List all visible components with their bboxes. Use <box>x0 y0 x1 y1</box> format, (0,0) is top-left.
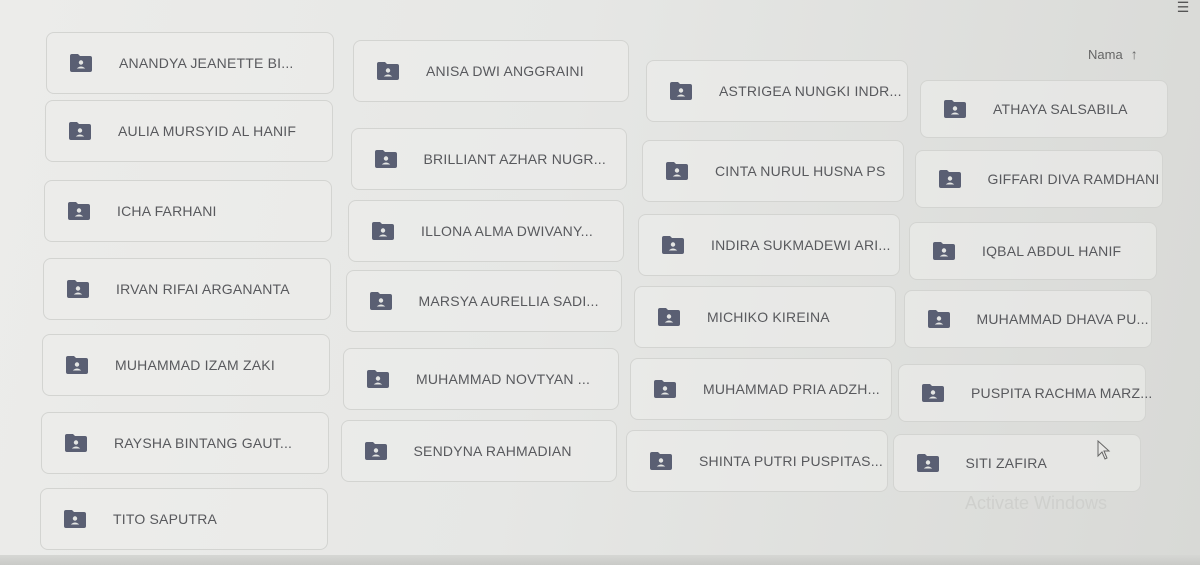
shared-folder-icon <box>661 236 685 254</box>
shared-folder-icon <box>63 510 87 528</box>
shared-folder-icon <box>371 222 395 240</box>
shared-folder-icon <box>665 162 689 180</box>
folder-name: MUHAMMAD NOVTYAN ... <box>416 371 591 387</box>
shared-folder-icon <box>369 292 393 310</box>
folder-name: PUSPITA RACHMA MARZ... <box>971 385 1153 401</box>
folder-tile[interactable]: IRVAN RIFAI ARGANANTA <box>43 258 331 320</box>
folder-name: ANISA DWI ANGGRAINI <box>426 63 584 79</box>
folder-name: MICHIKO KIREINA <box>707 309 830 325</box>
folder-name: SENDYNA RAHMADIAN <box>413 443 572 459</box>
shared-folder-icon <box>68 122 92 140</box>
folder-name: MUHAMMAD IZAM ZAKI <box>115 357 275 373</box>
drive-folder-grid: ☰ Nama ↑ ANANDYA JEANETTE BI... ANISA DWI… <box>0 0 1200 565</box>
folder-tile[interactable]: MUHAMMAD PRIA ADZH... <box>630 358 892 420</box>
folder-name: GIFFARI DIVA RAMDHANI <box>987 171 1160 187</box>
taskbar-edge <box>0 555 1200 565</box>
folder-tile[interactable]: GIFFARI DIVA RAMDHANI <box>914 150 1163 208</box>
folder-name: RAYSHA BINTANG GAUT... <box>114 435 293 451</box>
shared-folder-icon <box>374 150 398 168</box>
shared-folder-icon <box>653 380 677 398</box>
shared-folder-icon <box>364 442 388 460</box>
folder-tile[interactable]: ANISA DWI ANGGRAINI <box>353 40 629 102</box>
folder-tile[interactable]: SENDYNA RAHMADIAN <box>340 420 617 482</box>
shared-folder-icon <box>938 170 962 188</box>
folder-tile[interactable]: IQBAL ABDUL HANIF <box>909 222 1157 280</box>
shared-folder-icon <box>943 100 967 118</box>
shared-folder-icon <box>927 310 951 328</box>
folder-name: IRVAN RIFAI ARGANANTA <box>116 281 290 297</box>
folder-name: ANANDYA JEANETTE BI... <box>119 55 294 71</box>
shared-folder-icon <box>921 384 945 402</box>
folder-tile[interactable]: MUHAMMAD NOVTYAN ... <box>343 348 619 410</box>
folder-tile[interactable]: RAYSHA BINTANG GAUT... <box>41 412 329 474</box>
shared-folder-icon <box>65 356 89 374</box>
folder-tile[interactable]: BRILLIANT AZHAR NUGR... <box>350 128 627 190</box>
list-view-icon[interactable]: ☰ <box>1172 0 1194 14</box>
folder-tile[interactable]: INDIRA SUKMADEWI ARI... <box>638 214 900 276</box>
shared-folder-icon <box>916 454 940 472</box>
arrow-up-icon: ↑ <box>1130 46 1138 62</box>
activate-windows-watermark: Activate Windows <box>965 493 1108 513</box>
shared-folder-icon <box>64 434 88 452</box>
sort-label: Nama <box>1088 46 1123 62</box>
sort-control[interactable]: Nama ↑ <box>1088 46 1138 62</box>
shared-folder-icon <box>932 242 956 260</box>
folder-tile[interactable]: MUHAMMAD DHAVA PU... <box>903 290 1152 348</box>
shared-folder-icon <box>66 280 90 298</box>
shared-folder-icon <box>649 452 673 470</box>
shared-folder-icon <box>69 54 93 72</box>
folder-name: ICHA FARHANI <box>117 203 217 219</box>
folder-name: ILLONA ALMA DWIVANY... <box>421 223 593 239</box>
folder-tile[interactable]: MICHIKO KIREINA <box>634 286 896 348</box>
folder-name: SHINTA PUTRI PUSPITAS... <box>699 453 883 469</box>
folder-tile[interactable]: MARSYA AURELLIA SADI... <box>345 270 622 332</box>
mouse-cursor-icon <box>1097 440 1111 460</box>
folder-name: MUHAMMAD DHAVA PU... <box>976 311 1149 327</box>
folder-name: MARSYA AURELLIA SADI... <box>418 293 599 309</box>
folder-name: CINTA NURUL HUSNA PS <box>715 163 886 179</box>
shared-folder-icon <box>376 62 400 80</box>
folder-name: SITI ZAFIRA <box>965 455 1048 471</box>
folder-tile[interactable]: AULIA MURSYID AL HANIF <box>45 100 333 162</box>
folder-tile[interactable]: ANANDYA JEANETTE BI... <box>46 32 334 94</box>
folder-name: BRILLIANT AZHAR NUGR... <box>423 151 606 167</box>
folder-name: TITO SAPUTRA <box>113 511 218 527</box>
folder-name: IQBAL ABDUL HANIF <box>982 243 1122 259</box>
folder-name: ASTRIGEA NUNGKI INDR... <box>719 83 902 99</box>
shared-folder-icon <box>366 370 390 388</box>
folder-name: ATHAYA SALSABILA <box>993 101 1128 117</box>
folder-tile[interactable]: SHINTA PUTRI PUSPITAS... <box>626 430 888 492</box>
folder-tile[interactable]: ILLONA ALMA DWIVANY... <box>348 200 624 262</box>
folder-tile[interactable]: ASTRIGEA NUNGKI INDR... <box>646 60 908 122</box>
folder-name: MUHAMMAD PRIA ADZH... <box>703 381 880 397</box>
folder-tile[interactable]: ICHA FARHANI <box>44 180 332 242</box>
folder-name: INDIRA SUKMADEWI ARI... <box>711 237 891 253</box>
shared-folder-icon <box>657 308 681 326</box>
folder-name: AULIA MURSYID AL HANIF <box>118 123 297 139</box>
shared-folder-icon <box>669 82 693 100</box>
folder-tile[interactable]: CINTA NURUL HUSNA PS <box>642 140 904 202</box>
folder-tile[interactable]: PUSPITA RACHMA MARZ... <box>898 364 1152 422</box>
folder-tile[interactable]: TITO SAPUTRA <box>40 488 328 550</box>
shared-folder-icon <box>67 202 91 220</box>
folder-tile[interactable]: MUHAMMAD IZAM ZAKI <box>42 334 330 396</box>
folder-tile[interactable]: ATHAYA SALSABILA <box>920 80 1168 138</box>
